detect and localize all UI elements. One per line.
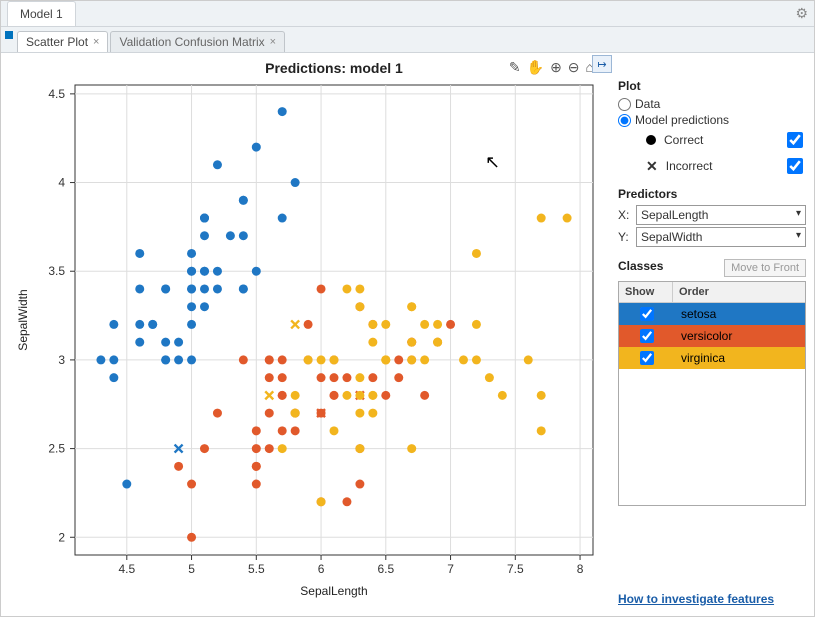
y-predictor-select[interactable]: SepalWidth (636, 227, 806, 247)
tab-scatter-plot-label: Scatter Plot (26, 35, 88, 49)
svg-text:5: 5 (188, 562, 195, 576)
svg-text:4: 4 (58, 176, 65, 190)
predictors-heading: Predictors (618, 187, 806, 201)
class-show-checkbox[interactable] (640, 351, 654, 365)
radio-data[interactable]: Data (618, 97, 806, 111)
tab-confusion-matrix-label: Validation Confusion Matrix (119, 35, 264, 49)
chart-toolbar: ✎ ✋ ⊕ ⊖ ⌂ (509, 59, 594, 76)
svg-text:Predictions: model 1: Predictions: model 1 (265, 60, 403, 76)
svg-text:2.5: 2.5 (48, 442, 65, 456)
prediction-legend: Correct ✕ Incorrect (646, 129, 806, 177)
y-predictor-value: SepalWidth (641, 230, 702, 244)
export-figure-icon[interactable]: ↦ (592, 55, 612, 73)
legend-incorrect: ✕ Incorrect (646, 155, 806, 177)
plot-heading: Plot (618, 79, 806, 93)
svg-text:2: 2 (58, 530, 65, 544)
svg-text:3.5: 3.5 (48, 264, 65, 278)
class-name-label: versicolor (681, 329, 732, 343)
classes-table-header: Show Order (619, 282, 805, 303)
move-to-front-button[interactable]: Move to Front (724, 259, 806, 277)
svg-text:4.5: 4.5 (48, 87, 65, 101)
radio-model-input[interactable] (618, 114, 631, 127)
legend-incorrect-checkbox[interactable] (787, 158, 803, 174)
scatter-chart[interactable]: 4.5 5 5.5 6 6.5 7 7.5 8 2 2.5 3 3.5 4 4.5 Predictions:… (5, 57, 609, 609)
class-order-cell: virginica (673, 347, 805, 369)
radio-data-input[interactable] (618, 98, 631, 111)
svg-text:8: 8 (577, 562, 584, 576)
classes-section: Classes Move to Front Show Order setosa v… (618, 259, 806, 506)
class-row[interactable]: virginica (619, 347, 805, 369)
legend-incorrect-label: Incorrect (666, 159, 713, 173)
chart-pane: ↦ ✎ ✋ ⊕ ⊖ ⌂ 4.555.566.577.5822.533.544.5… (5, 57, 612, 612)
x-predictor-row: X: SepalLength (618, 205, 806, 225)
legend-correct-checkbox[interactable] (787, 132, 803, 148)
x-label: X: (618, 208, 632, 222)
svg-text:SepalLength: SepalLength (300, 584, 367, 598)
legend-correct-label: Correct (664, 133, 703, 147)
footer-link-row: How to investigate features (618, 586, 806, 608)
svg-text:6.5: 6.5 (377, 562, 394, 576)
svg-text:4.5: 4.5 (118, 562, 135, 576)
y-predictor-row: Y: SepalWidth (618, 227, 806, 247)
brush-icon[interactable]: ✎ (509, 59, 521, 76)
active-tab-marker (5, 31, 13, 39)
classes-table: Show Order setosa versicolor virginica (618, 281, 806, 506)
radio-model-label: Model predictions (635, 113, 729, 127)
class-show-checkbox[interactable] (640, 307, 654, 321)
settings-gear-icon[interactable]: ⚙ (795, 5, 808, 22)
svg-text:7: 7 (447, 562, 454, 576)
side-panel: Plot Data Model predictions Correct (618, 57, 810, 612)
close-icon[interactable]: × (270, 36, 276, 48)
model-tab[interactable]: Model 1 (7, 1, 76, 26)
class-row[interactable]: versicolor (619, 325, 805, 347)
radio-data-label: Data (635, 97, 660, 111)
svg-text:6: 6 (318, 562, 325, 576)
tab-confusion-matrix[interactable]: Validation Confusion Matrix × (110, 31, 285, 52)
classes-heading: Classes (618, 259, 718, 273)
class-show-cell (619, 325, 673, 347)
class-show-checkbox[interactable] (640, 329, 654, 343)
plot-section: Plot Data Model predictions Correct (618, 79, 806, 177)
predictors-section: Predictors X: SepalLength Y: SepalWidth (618, 187, 806, 249)
x-icon: ✕ (646, 161, 658, 171)
class-row[interactable]: setosa (619, 303, 805, 325)
svg-text:5.5: 5.5 (248, 562, 265, 576)
investigate-features-link[interactable]: How to investigate features (618, 592, 774, 606)
class-name-label: setosa (681, 307, 716, 321)
col-show-header: Show (619, 282, 673, 302)
class-name-label: virginica (681, 351, 725, 365)
class-order-cell: setosa (673, 303, 805, 325)
zoom-in-icon[interactable]: ⊕ (550, 59, 562, 76)
x-predictor-select[interactable]: SepalLength (636, 205, 806, 225)
close-icon[interactable]: × (93, 36, 99, 48)
dot-icon (646, 135, 656, 145)
svg-text:SepalWidth: SepalWidth (16, 289, 30, 350)
model-tab-label: Model 1 (20, 7, 63, 21)
svg-text:3: 3 (58, 353, 65, 367)
class-order-cell: versicolor (673, 325, 805, 347)
col-order-header: Order (673, 282, 805, 302)
sub-tab-strip: Scatter Plot × Validation Confusion Matr… (1, 27, 814, 53)
title-bar: Model 1 ⚙ (1, 1, 814, 27)
pan-icon[interactable]: ✋ (527, 59, 544, 76)
class-show-cell (619, 347, 673, 369)
x-predictor-value: SepalLength (641, 208, 708, 222)
y-label: Y: (618, 230, 632, 244)
radio-model-predictions[interactable]: Model predictions (618, 113, 806, 127)
class-show-cell (619, 303, 673, 325)
zoom-out-icon[interactable]: ⊖ (568, 59, 580, 76)
tab-scatter-plot[interactable]: Scatter Plot × (17, 31, 108, 52)
legend-correct: Correct (646, 129, 806, 151)
svg-text:7.5: 7.5 (507, 562, 524, 576)
